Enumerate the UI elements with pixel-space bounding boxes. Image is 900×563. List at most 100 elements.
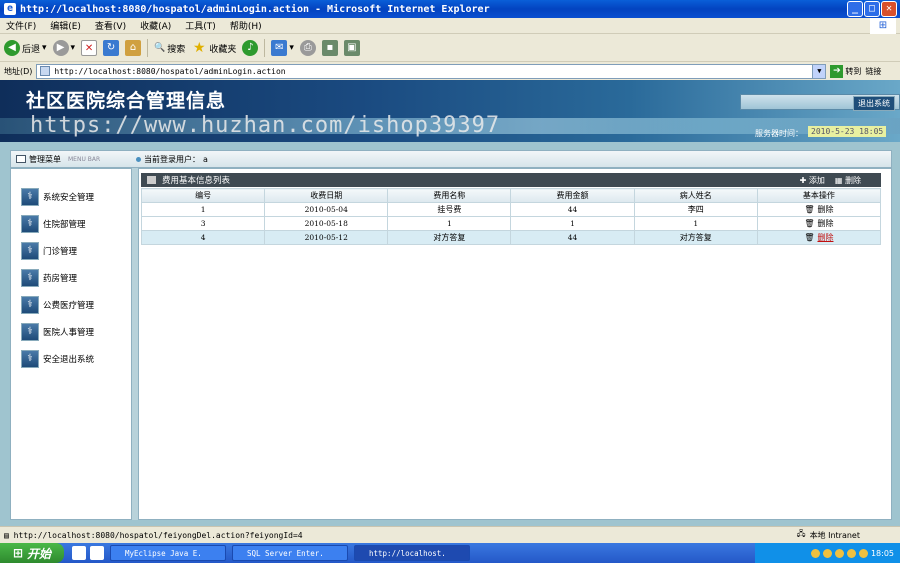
address-label: 地址(D) bbox=[4, 66, 33, 76]
trash-icon: 🗑 bbox=[804, 219, 815, 228]
menu-view[interactable]: 查看(V) bbox=[95, 19, 126, 32]
list-header: 费用基本信息列表 ✚ 添加 ▦ 删除 bbox=[141, 173, 881, 187]
sidebar-item-inpatient[interactable]: ⚕ 住院部管理 bbox=[21, 215, 86, 233]
cell-amount: 44 bbox=[510, 230, 635, 245]
refresh-icon: ↻ bbox=[103, 40, 120, 56]
sidebar-item-label: 系统安全管理 bbox=[43, 193, 95, 203]
search-icon: 🔍 bbox=[154, 43, 166, 53]
messenger-button[interactable]: ▣ bbox=[343, 40, 360, 56]
task-myeclipse[interactable]: MyEclipse Java E. bbox=[110, 545, 226, 561]
col-patient: 病人姓名 bbox=[633, 188, 758, 203]
cell-amount: 44 bbox=[510, 202, 635, 217]
task-sqlserver[interactable]: SQL Server Enter. bbox=[232, 545, 348, 561]
logout-button[interactable]: 退出系统 bbox=[853, 96, 895, 111]
close-button[interactable]: ✕ bbox=[881, 1, 897, 17]
menu-tools[interactable]: 工具(T) bbox=[185, 19, 216, 32]
edit-button[interactable]: ▪ bbox=[321, 40, 338, 56]
sidebar-item-public-medical[interactable]: ⚕ 公费医疗管理 bbox=[21, 296, 94, 314]
cell-id: 1 bbox=[140, 202, 266, 217]
back-button[interactable]: ◀ 后退 ▾ bbox=[4, 40, 47, 56]
tray-icon[interactable] bbox=[810, 548, 820, 558]
forward-dropdown-icon: ▾ bbox=[70, 43, 76, 53]
cell-actions: 🗑 删除 bbox=[756, 216, 882, 231]
tray-icon[interactable] bbox=[846, 548, 856, 558]
search-button[interactable]: 🔍 搜索 bbox=[154, 42, 185, 55]
current-user: 当前登录用户： a bbox=[136, 154, 208, 165]
print-button[interactable]: ⎙ bbox=[299, 40, 316, 56]
row-delete-button[interactable]: 🗑 删除 bbox=[804, 232, 833, 243]
go-label: 转到 bbox=[845, 66, 862, 76]
refresh-button[interactable]: ↻ bbox=[103, 40, 120, 56]
stop-icon: ✕ bbox=[81, 40, 98, 56]
menu-help[interactable]: 帮助(H) bbox=[230, 19, 262, 32]
row-delete-label: 删除 bbox=[817, 219, 834, 228]
sidebar-item-security[interactable]: ⚕ 系统安全管理 bbox=[21, 188, 94, 206]
menu-edit[interactable]: 编辑(E) bbox=[50, 19, 81, 32]
cell-patient: 对方答复 bbox=[633, 230, 758, 245]
delete-button[interactable]: ▦ 删除 bbox=[835, 175, 861, 186]
col-fee-name: 费用名称 bbox=[387, 188, 512, 203]
go-button[interactable]: ➔ 转到 bbox=[830, 64, 862, 78]
edit-icon: ▪ bbox=[321, 40, 338, 56]
quick-launch-ie-icon[interactable] bbox=[72, 546, 86, 560]
menu-bar-title: 管理菜单 MENU BAR bbox=[11, 154, 136, 165]
tray-icon[interactable] bbox=[834, 548, 844, 558]
sidebar-item-outpatient[interactable]: ⚕ 门诊管理 bbox=[21, 242, 77, 260]
forward-arrow-icon: ▶ bbox=[52, 40, 69, 56]
clock[interactable]: 18:05 bbox=[871, 549, 894, 558]
address-dropdown-icon[interactable]: ▼ bbox=[812, 64, 826, 78]
mail-button[interactable]: ✉ ▾ bbox=[271, 40, 294, 56]
cell-fee-name: 挂号费 bbox=[387, 202, 512, 217]
menu-small-label: MENU BAR bbox=[68, 155, 101, 163]
cell-patient: 1 bbox=[633, 216, 758, 231]
quick-launch-desktop-icon[interactable] bbox=[90, 546, 104, 560]
sidebar-item-label: 门诊管理 bbox=[43, 247, 78, 257]
trash-icon: 🗑 bbox=[804, 205, 815, 214]
cell-patient: 李四 bbox=[633, 202, 758, 217]
window-title: http://localhost:8080/hospatol/adminLogi… bbox=[20, 3, 490, 15]
add-button[interactable]: ✚ 添加 bbox=[800, 175, 825, 186]
home-button[interactable]: ⌂ bbox=[125, 40, 142, 56]
back-arrow-icon: ◀ bbox=[4, 40, 20, 56]
status-page-icon: ▤ bbox=[4, 530, 14, 540]
cell-fee-name: 1 bbox=[387, 216, 512, 231]
task-ie[interactable]: http://localhost. bbox=[354, 545, 470, 561]
back-label: 后退 bbox=[22, 44, 41, 55]
links-button[interactable]: 链接 bbox=[865, 66, 881, 77]
quick-launch bbox=[72, 546, 104, 560]
tray-icon[interactable] bbox=[858, 548, 868, 558]
address-input[interactable]: http://localhost:8080/hospatol/adminLogi… bbox=[36, 63, 827, 79]
list-icon bbox=[147, 176, 156, 184]
stop-button[interactable]: ✕ bbox=[81, 40, 98, 56]
current-user-name: a bbox=[203, 154, 208, 164]
minimize-button[interactable]: _ bbox=[847, 1, 863, 17]
cell-amount: 1 bbox=[510, 216, 635, 231]
sidebar: ⚕ 系统安全管理 ⚕ 住院部管理 ⚕ 门诊管理 ⚕ 药房管理 ⚕ 公费医疗管理 … bbox=[10, 168, 132, 520]
menu-file[interactable]: 文件(F) bbox=[6, 19, 36, 32]
hr-icon: ⚕ bbox=[21, 323, 39, 341]
sidebar-item-hr[interactable]: ⚕ 医院人事管理 bbox=[21, 323, 94, 341]
row-delete-button[interactable]: 🗑 删除 bbox=[804, 204, 833, 215]
list-title: 费用基本信息列表 bbox=[162, 176, 231, 186]
maximize-button[interactable]: □ bbox=[864, 1, 880, 17]
sidebar-item-pharmacy[interactable]: ⚕ 药房管理 bbox=[21, 269, 77, 287]
inpatient-icon: ⚕ bbox=[21, 215, 39, 233]
sidebar-item-label: 医院人事管理 bbox=[43, 328, 95, 338]
security-icon: ⚕ bbox=[21, 188, 39, 206]
favorites-button[interactable]: ★ 收藏夹 bbox=[191, 40, 236, 56]
menu-favorites[interactable]: 收藏(A) bbox=[140, 19, 171, 32]
public-medical-icon: ⚕ bbox=[21, 296, 39, 314]
start-button[interactable]: ⊞ 开始 bbox=[0, 543, 64, 563]
browser-toolbar: ◀ 后退 ▾ ▶ ▾ ✕ ↻ ⌂ 🔍 搜索 ★ 收藏夹 ♪ ✉ ▾ ⎙ ▪ ▣ bbox=[0, 35, 900, 62]
back-dropdown-icon: ▾ bbox=[42, 43, 47, 53]
sidebar-item-logout[interactable]: ⚕ 安全退出系统 bbox=[21, 350, 94, 368]
tray-icon[interactable] bbox=[822, 548, 832, 558]
favorites-star-icon: ★ bbox=[193, 40, 206, 56]
windows-flag-icon: ⊞ bbox=[12, 546, 24, 560]
status-url: http://localhost:8080/hospatol/feiyongDe… bbox=[13, 530, 303, 540]
row-delete-button[interactable]: 🗑 删除 bbox=[804, 218, 833, 229]
forward-button[interactable]: ▶ ▾ bbox=[52, 40, 76, 56]
app-banner: 社区医院综合管理信息 https://www.huzhan.com/ishop3… bbox=[0, 80, 900, 142]
mail-dropdown-icon: ▾ bbox=[289, 43, 294, 53]
media-button[interactable]: ♪ bbox=[242, 40, 259, 56]
